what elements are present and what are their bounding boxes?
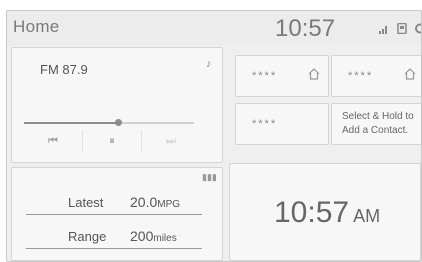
progress-track[interactable]	[24, 119, 194, 126]
bar-chart-icon: ▮▮▮	[202, 172, 217, 182]
home-screen: Home 10:57 FM 87.9 ♪ ⏮ ⏸ ⏭ **** **** ***…	[6, 10, 422, 262]
clock-panel[interactable]: 10:57 AM	[229, 163, 421, 261]
seek-back-icon[interactable]: ⏮	[24, 130, 83, 152]
page-title: Home	[13, 17, 60, 36]
latest-number: 20.0	[130, 194, 158, 210]
energy-panel[interactable]: ▮▮▮ Latest 20.0MPG Range 200miles	[11, 167, 223, 261]
latest-label: Latest	[68, 195, 104, 210]
range-row: Range 200miles	[26, 220, 202, 249]
progress-knob[interactable]	[114, 119, 122, 126]
phone-icon[interactable]	[397, 23, 407, 34]
range-number: 200	[130, 228, 154, 244]
station-label: FM 87.9	[40, 62, 88, 77]
radio-panel[interactable]: FM 87.9 ♪ ⏮ ⏸ ⏭	[11, 47, 223, 163]
home-icon	[308, 68, 320, 80]
signal-icon	[379, 25, 387, 34]
playback-controls: ⏮ ⏸ ⏭	[24, 130, 200, 152]
contact-label: ****	[252, 70, 278, 82]
range-unit: miles	[153, 233, 177, 244]
big-clock: 10:57 AM	[274, 196, 380, 230]
contact-button-2[interactable]: ****	[331, 55, 421, 97]
add-contact-hint: Select & Hold to Add a Contact.	[342, 111, 414, 136]
contact-button-3[interactable]: ****	[235, 103, 329, 145]
add-contact-button[interactable]: Select & Hold to Add a Contact.	[331, 103, 421, 145]
progress-fill	[24, 122, 118, 124]
music-note-icon: ♪	[206, 58, 212, 70]
big-clock-time: 10:57	[274, 196, 350, 229]
header-clock: 10:57	[275, 15, 336, 42]
contact-button-1[interactable]: ****	[235, 55, 329, 97]
range-label: Range	[68, 229, 107, 244]
latest-row: Latest 20.0MPG	[26, 186, 202, 215]
big-clock-ampm: AM	[353, 206, 381, 226]
home-icon	[404, 68, 416, 80]
pause-icon[interactable]: ⏸	[83, 130, 142, 152]
range-value: 200miles	[130, 228, 177, 244]
status-icons	[379, 23, 422, 34]
contact-label: ****	[252, 118, 278, 130]
latest-unit: MPG	[157, 199, 181, 210]
seek-forward-icon[interactable]: ⏭	[142, 130, 200, 152]
header-bar: Home 10:57	[7, 11, 421, 45]
latest-value: 20.0MPG	[130, 194, 180, 210]
contact-label: ****	[348, 70, 374, 82]
settings-icon[interactable]	[415, 23, 422, 34]
